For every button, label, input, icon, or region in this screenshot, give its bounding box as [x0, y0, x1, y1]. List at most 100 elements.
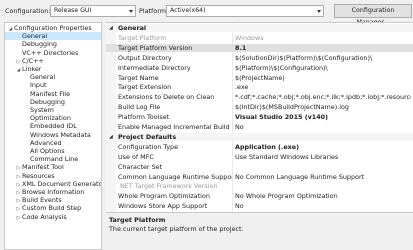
tree-item-label: Embedded IDL	[30, 122, 77, 131]
tree-item[interactable]: Code Analysis	[5, 213, 101, 221]
property-name: Target Extension	[118, 83, 172, 92]
property-name: Windows Store App Support	[118, 202, 208, 211]
property-tree[interactable]: Configuration PropertiesGeneralDebugging…	[4, 22, 102, 250]
chevron-down-icon	[317, 10, 321, 13]
configuration-manager-button[interactable]: Configuration Manager...	[334, 4, 412, 26]
description-panel: Target Platform The current target platf…	[106, 212, 413, 250]
tree-item-label: Configuration Properties	[14, 24, 92, 32]
tree-item-label: Input	[30, 81, 47, 90]
property-value[interactable]: Use Standard Windows Libraries	[235, 153, 411, 161]
collapsed-arrow-icon[interactable]	[15, 214, 22, 222]
collapse-icon[interactable]: ◢	[109, 24, 113, 32]
tree-item[interactable]: VC++ Directories	[5, 49, 101, 57]
property-value[interactable]: Windows	[235, 34, 411, 42]
property-value[interactable]: No	[235, 202, 411, 210]
tree-item[interactable]: System	[5, 106, 101, 114]
tree-item[interactable]: Embedded IDL	[5, 122, 101, 130]
tree-item-label: Manifest Tool	[22, 163, 64, 172]
property-name: Platform Toolset	[118, 113, 170, 122]
tree-item[interactable]: Optimization	[5, 114, 101, 122]
collapse-icon[interactable]: ◢	[109, 133, 113, 141]
property-row[interactable]: Character Set	[106, 163, 413, 171]
tree-item[interactable]: Debugging	[5, 40, 101, 48]
category-header[interactable]: ◢ Project Defaults	[106, 132, 413, 142]
chevron-down-icon	[129, 10, 133, 13]
property-name: Enable Managed Incremental Build	[118, 123, 230, 131]
property-value[interactable]: Visual Studio 2015 (v140)	[235, 113, 411, 121]
property-value[interactable]: 8.1	[235, 44, 411, 52]
configuration-value: Release GUI	[54, 7, 92, 14]
property-value[interactable]: $(Platform)\$(Configuration)\	[235, 64, 411, 72]
property-name: Whole Program Optimization	[118, 192, 210, 201]
tree-item[interactable]: Resources	[5, 172, 101, 180]
property-row[interactable]: Enable Managed Incremental Build No	[106, 123, 413, 131]
tree-item[interactable]: All Options	[5, 147, 101, 155]
tree-item[interactable]: General	[5, 32, 101, 41]
property-value[interactable]: Application (.exe)	[235, 143, 411, 151]
tree-item[interactable]: Manifest File	[5, 90, 101, 98]
tree-item[interactable]: Manifest Tool	[5, 163, 101, 171]
configuration-dropdown[interactable]: Release GUI	[50, 5, 136, 17]
tree-item-label: Debugging	[30, 97, 65, 106]
tree-item[interactable]: Advanced	[5, 139, 101, 147]
category-header[interactable]: ◢ General	[106, 24, 413, 33]
tree-item-label: C/C++	[22, 56, 44, 65]
property-value[interactable]: $(ProjectName)	[235, 74, 411, 82]
property-value[interactable]: *.cdf;*.cache;*.obj;*.obj.enc;*.ilk;*.ip…	[235, 93, 411, 101]
property-row[interactable]: Platform Toolset Visual Studio 2015 (v140…	[106, 113, 413, 121]
property-value[interactable]: No	[235, 123, 411, 131]
configuration-label: Configuration:	[5, 7, 51, 15]
tree-item-label: Browse Information	[22, 188, 85, 196]
platform-value: Active(x64)	[170, 7, 206, 14]
tree-item[interactable]: Custom Build Step	[5, 204, 101, 212]
property-value[interactable]: No Whole Program Optimization	[235, 192, 411, 200]
property-name: Use of MFC	[118, 152, 154, 161]
property-row[interactable]: Use of MFC Use Standard Windows Libraries	[106, 153, 413, 161]
property-name: Extensions to Delete on Clean	[118, 93, 215, 102]
property-name: Configuration Type	[118, 142, 179, 151]
property-value[interactable]: .exe	[235, 83, 411, 91]
property-row[interactable]: Common Language Runtime Support No Common…	[106, 173, 413, 181]
tree-item[interactable]: Linker	[5, 65, 101, 73]
property-row[interactable]: Target Platform Version 8.1	[106, 43, 413, 52]
property-row[interactable]: Configuration Type Application (.exe)	[106, 143, 413, 151]
property-row[interactable]: Target Extension .exe	[106, 83, 413, 91]
platform-label: Platform:	[139, 7, 169, 15]
tree-item[interactable]: Build Events	[5, 196, 101, 204]
tree-item-label: General	[30, 73, 56, 82]
tree-item-label: Build Events	[22, 196, 62, 205]
tree-item[interactable]: Configuration Properties	[5, 24, 101, 32]
tree-item[interactable]: C/C++	[5, 57, 101, 65]
property-row[interactable]: Output Directory $(SolutionDir)$(Platform…	[106, 54, 413, 62]
tree-item-label: Linker	[22, 65, 42, 73]
tree-item[interactable]: Input	[5, 81, 101, 89]
property-row[interactable]: Build Log File $(IntDir)$(MSBuildProjectN…	[106, 103, 413, 111]
tree-item[interactable]: Command Line	[5, 155, 101, 163]
property-name: Common Language Runtime Support	[118, 172, 232, 181]
tree-item-label: Manifest File	[30, 89, 70, 98]
property-value[interactable]: No Common Language Runtime Support	[235, 173, 411, 181]
property-row[interactable]: Intermediate Directory $(Platform)\$(Conf…	[106, 64, 413, 72]
property-grid[interactable]: ◢ General Target Platform Windows Target Pla…	[106, 22, 413, 241]
property-row[interactable]: Windows Store App Support No	[106, 202, 413, 210]
property-name: Character Set	[118, 162, 163, 171]
tree-item[interactable]: Browse Information	[5, 188, 101, 196]
tree-item-label: Code Analysis	[22, 212, 67, 221]
property-name: .NET Target Framework Version	[118, 182, 218, 191]
tree-item[interactable]: Windows Metadata	[5, 131, 101, 139]
property-row[interactable]: Target Name $(ProjectName)	[106, 74, 413, 82]
tree-item-label: Windows Metadata	[30, 130, 91, 139]
tree-item[interactable]: Debugging	[5, 98, 101, 106]
property-row[interactable]: .NET Target Framework Version	[106, 182, 413, 190]
property-value[interactable]: $(SolutionDir)$(Platform)\$(Configuratio…	[235, 54, 411, 62]
tree-item[interactable]: XML Document Generator	[5, 180, 101, 188]
platform-dropdown[interactable]: Active(x64)	[166, 5, 324, 17]
property-row[interactable]: Whole Program Optimization No Whole Progr…	[106, 192, 413, 200]
category-title: Project Defaults	[118, 132, 177, 141]
tree-item-label: Resources	[22, 171, 55, 180]
property-name: Target Platform Version	[118, 43, 193, 52]
property-row[interactable]: Target Platform Windows	[106, 34, 413, 42]
property-row[interactable]: Extensions to Delete on Clean *.cdf;*.cac…	[106, 93, 413, 101]
property-value[interactable]: $(IntDir)$(MSBuildProjectName).log	[235, 103, 411, 111]
tree-item[interactable]: General	[5, 73, 101, 81]
